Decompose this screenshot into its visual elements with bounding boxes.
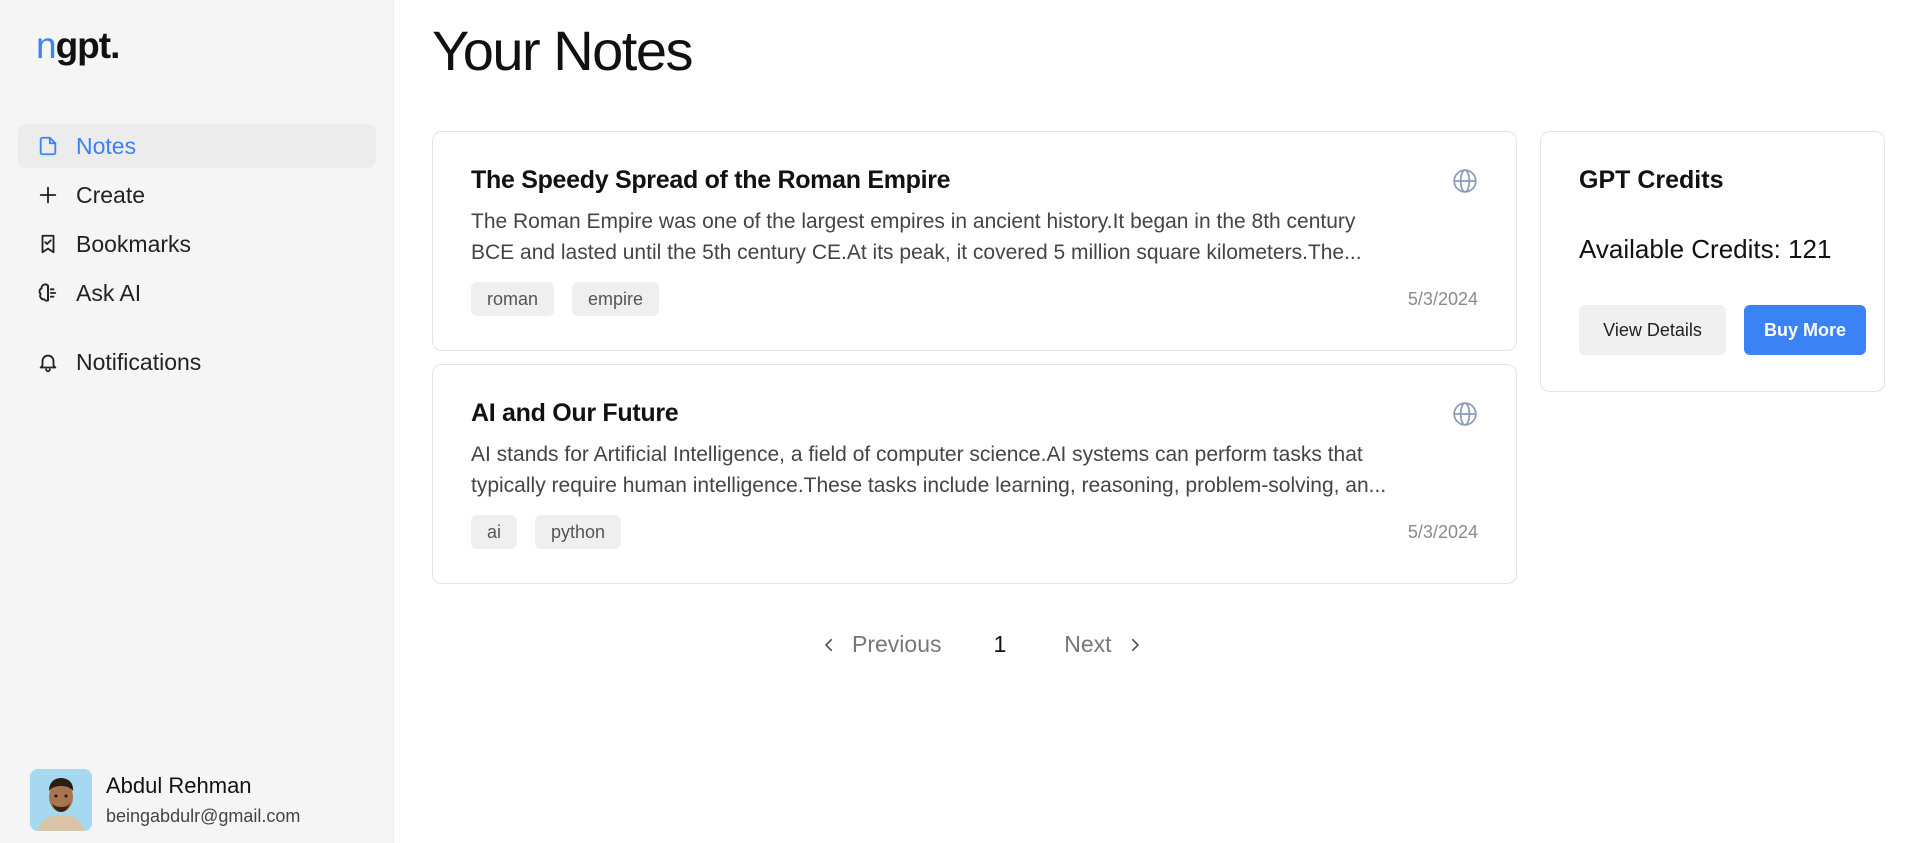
sidebar-item-notes[interactable]: Notes — [18, 124, 376, 168]
note-title[interactable]: AI and Our Future — [471, 399, 679, 428]
globe-icon[interactable] — [1452, 401, 1478, 427]
tag[interactable]: ai — [471, 515, 518, 549]
pagination: Previous 1 Next — [820, 631, 1144, 658]
sidebar-item-create[interactable]: Create — [18, 173, 376, 217]
note-body-line: typically require human intelligence.The… — [471, 474, 1387, 497]
note-body: The Roman Empire was one of the largest … — [471, 206, 1481, 268]
sidebar-item-label: Bookmarks — [76, 230, 192, 257]
tag[interactable]: empire — [572, 282, 660, 316]
logo-rest: gpt. — [55, 25, 121, 66]
bookmark-icon — [36, 232, 60, 256]
nav-divider — [18, 320, 376, 340]
note-card[interactable]: AI and Our Future AI stands for Artifici… — [432, 364, 1517, 584]
file-icon — [36, 134, 60, 158]
globe-icon[interactable] — [1452, 168, 1478, 194]
note-body-line: BCE and lasted until the 5th century CE.… — [471, 241, 1362, 264]
sidebar-item-notifications[interactable]: Notifications — [18, 340, 376, 384]
sidebar-item-label: Ask AI — [76, 279, 142, 306]
user-email: beingabdulr@gmail.com — [106, 805, 301, 826]
buy-more-button[interactable]: Buy More — [1744, 305, 1866, 355]
page-title: Your Notes — [432, 19, 694, 82]
note-date: 5/3/2024 — [1407, 289, 1478, 309]
note-body-line: AI stands for Artificial Intelligence, a… — [471, 443, 1363, 466]
note-card[interactable]: The Speedy Spread of the Roman Empire Th… — [432, 131, 1517, 351]
sidebar-item-label: Notifications — [76, 348, 202, 375]
sidebar: ngpt. Notes Create Bookmarks Ask AI Noti… — [0, 0, 394, 843]
chevron-left-icon — [825, 638, 833, 651]
tag[interactable]: python — [535, 515, 622, 549]
note-body-line: The Roman Empire was one of the largest … — [471, 210, 1356, 233]
note-body: AI stands for Artificial Intelligence, a… — [471, 439, 1481, 501]
sidebar-item-ask-ai[interactable]: Ask AI — [18, 271, 376, 315]
sidebar-item-bookmarks[interactable]: Bookmarks — [18, 222, 376, 266]
available-credits: Available Credits: 121 — [1579, 234, 1832, 264]
sidebar-item-label: Notes — [76, 132, 137, 159]
bell-icon — [36, 350, 60, 374]
next-label: Next — [1064, 631, 1112, 657]
user-profile[interactable]: Abdul Rehman beingabdulr@gmail.com — [30, 769, 300, 831]
previous-label: Previous — [852, 631, 942, 657]
view-details-button[interactable]: View Details — [1579, 305, 1726, 355]
sidebar-item-label: Create — [76, 181, 146, 208]
page-number[interactable]: 1 — [993, 631, 1006, 658]
brain-icon — [36, 281, 60, 305]
sidebar-nav: Notes Create Bookmarks Ask AI Notificati… — [18, 124, 376, 389]
user-name: Abdul Rehman — [106, 773, 252, 799]
note-date: 5/3/2024 — [1407, 522, 1478, 542]
previous-page-button[interactable]: Previous — [820, 631, 941, 658]
logo-n: n — [36, 25, 57, 66]
next-page-button[interactable]: Next — [1064, 631, 1143, 658]
tag-list: roman empire — [471, 282, 677, 316]
credits-title: GPT Credits — [1579, 166, 1724, 194]
tag[interactable]: roman — [471, 282, 555, 316]
user-info: Abdul Rehman beingabdulr@gmail.com — [106, 773, 300, 826]
chevron-right-icon — [1131, 638, 1139, 651]
plus-icon — [36, 183, 60, 207]
avatar — [30, 769, 92, 831]
note-title[interactable]: The Speedy Spread of the Roman Empire — [471, 166, 951, 195]
credits-card: GPT Credits Available Credits: 121 View … — [1540, 131, 1885, 392]
app-logo[interactable]: ngpt. — [36, 25, 121, 66]
tag-list: ai python — [471, 515, 639, 549]
